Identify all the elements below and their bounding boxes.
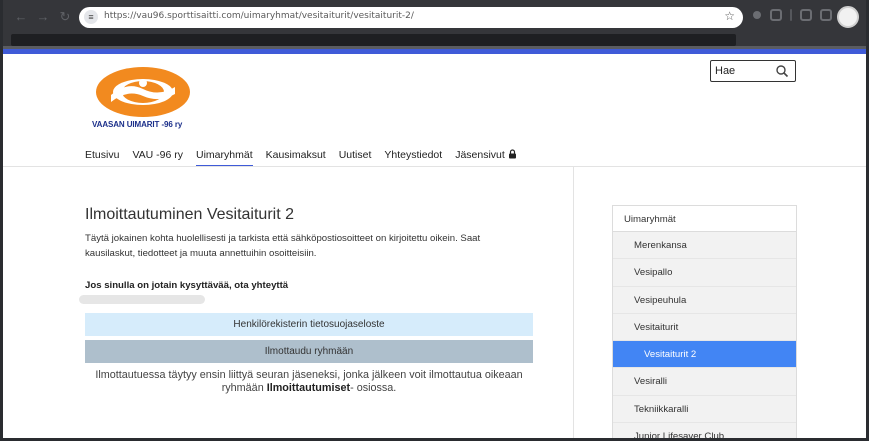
forward-icon[interactable]: →	[35, 9, 51, 25]
site-accent-bar	[3, 49, 866, 54]
note-bold-link: Ilmoittautumiset	[266, 382, 351, 394]
sidebar-list: Merenkansa Vesipallo Vesipeuhula Vesitai…	[612, 232, 797, 438]
url-text[interactable]: https://vau96.sporttisaitti.com/uimaryhm…	[104, 11, 414, 21]
nav-item-vau96[interactable]: VAU -96 ry	[132, 149, 183, 165]
nav-item-kausimaksut[interactable]: Kausimaksut	[266, 149, 326, 165]
site-info-icon[interactable]: ≡	[84, 10, 98, 24]
search-input[interactable]	[715, 63, 775, 79]
sidebar-item-vesiralli[interactable]: Vesiralli	[613, 368, 796, 396]
contact-heading: Jos sinulla on jotain kysyttävää, ota yh…	[85, 280, 289, 291]
sidebar-menu: Uimaryhmät Merenkansa Vesipallo Vesipeuh…	[612, 205, 797, 438]
reload-icon[interactable]: ↻	[57, 9, 73, 25]
profile-avatar[interactable]	[837, 6, 859, 28]
bookmarks-bar-redacted	[11, 34, 736, 46]
sidepanel-icon[interactable]	[820, 9, 832, 21]
main-navigation: Etusivu VAU -96 ry Uimaryhmät Kausimaksut Uu…	[85, 145, 530, 167]
note-text-2: - osiossa.	[350, 382, 397, 394]
bookmark-star-icon[interactable]: ☆	[724, 9, 735, 23]
nav-item-uimaryhmat[interactable]: Uimaryhmät	[196, 149, 253, 167]
sidebar-item-merenkansa[interactable]: Merenkansa	[613, 232, 796, 260]
search-icon[interactable]	[775, 64, 789, 78]
page-title: Ilmoittautuminen Vesitaiturit 2	[85, 206, 294, 223]
back-icon[interactable]: ←	[13, 9, 29, 25]
sidebar-item-junior-lifesaver[interactable]: Junior Lifesaver Club	[613, 423, 796, 438]
extension-puzzle-icon[interactable]	[770, 9, 782, 21]
nav-item-jasensivut-label: Jäsensivut	[455, 149, 505, 161]
sidebar-item-vesipallo[interactable]: Vesipallo	[613, 259, 796, 287]
sidebar-item-vesitaiturit[interactable]: Vesitaiturit	[613, 314, 796, 342]
redacted-contact	[79, 295, 205, 304]
nav-item-yhteystiedot[interactable]: Yhteystiedot	[384, 149, 442, 165]
sidebar-heading[interactable]: Uimaryhmät	[612, 205, 797, 232]
lock-icon	[508, 149, 516, 159]
browser-window: ← → ↻ ≡ https://vau96.sporttisaitti.com/…	[0, 0, 869, 441]
intro-text: Täytä jokainen kohta huolellisesti ja ta…	[85, 233, 481, 259]
logo-text: VAASAN UIMARIT -96 ry	[92, 120, 183, 129]
sidebar-item-vesipeuhula[interactable]: Vesipeuhula	[613, 287, 796, 314]
privacy-policy-button[interactable]: Henkilörekisterin tietosuojaseloste	[85, 313, 533, 336]
downloads-icon[interactable]	[800, 9, 812, 21]
join-group-button[interactable]: Ilmottaudu ryhmään	[85, 340, 533, 363]
extension-icon[interactable]	[753, 11, 761, 19]
address-bar[interactable]: ≡ https://vau96.sporttisaitti.com/uimary…	[79, 7, 743, 28]
sidebar-item-tekniikkaralli[interactable]: Tekniikkaralli	[613, 396, 796, 424]
site-search[interactable]	[710, 60, 796, 82]
nav-item-jasensivut[interactable]: Jäsensivut	[455, 149, 517, 165]
sidebar-divider	[573, 167, 574, 438]
toolbar-separator	[790, 9, 792, 21]
nav-item-etusivu[interactable]: Etusivu	[85, 149, 119, 165]
nav-item-uutiset[interactable]: Uutiset	[339, 149, 372, 165]
registration-note: Ilmottautuessa täytyy ensin liittyä seur…	[85, 369, 533, 395]
header-divider	[3, 166, 866, 167]
sidebar-item-vesitaiturit-2[interactable]: Vesitaiturit 2	[613, 341, 796, 369]
browser-toolbar: ← → ↻ ≡ https://vau96.sporttisaitti.com/…	[3, 0, 866, 52]
